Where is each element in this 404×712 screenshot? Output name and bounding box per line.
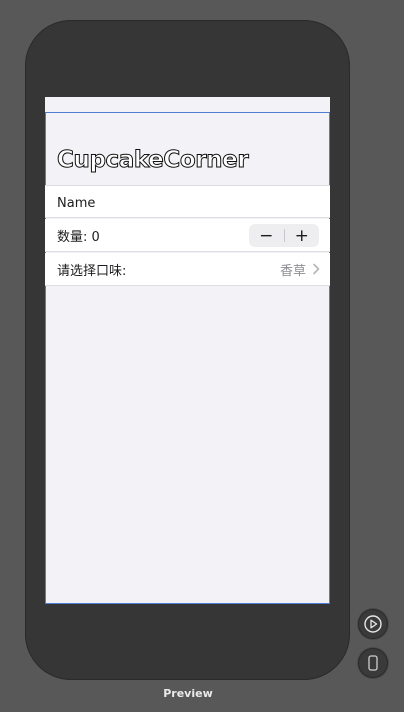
increment-button[interactable]: + xyxy=(285,224,320,247)
preview-label: Preview xyxy=(163,687,213,700)
quantity-label: 数量: 0 xyxy=(57,229,100,245)
device-settings-button[interactable] xyxy=(358,648,388,678)
live-preview-button[interactable] xyxy=(358,609,388,639)
name-row[interactable] xyxy=(45,185,330,218)
flavor-selected-value: 香草 xyxy=(279,263,306,279)
status-area xyxy=(45,97,330,113)
page-title: CupcakeCorner xyxy=(56,147,249,174)
flavor-picker-row[interactable]: 请选择口味: 香草 xyxy=(45,253,330,286)
flavor-value-group: 香草 xyxy=(280,260,321,279)
quantity-stepper[interactable]: − + xyxy=(249,224,319,247)
app-screen: CupcakeCorner 数量: 0 − + 请选择口味: 香草 xyxy=(45,97,330,604)
decrement-button[interactable]: − xyxy=(249,224,284,247)
flavor-label: 请选择口味: xyxy=(57,263,127,279)
quantity-row: 数量: 0 − + xyxy=(45,219,330,252)
device-icon xyxy=(368,655,378,671)
name-field[interactable] xyxy=(57,194,317,212)
chevron-right-icon xyxy=(313,263,320,275)
play-circle-icon xyxy=(364,615,382,633)
